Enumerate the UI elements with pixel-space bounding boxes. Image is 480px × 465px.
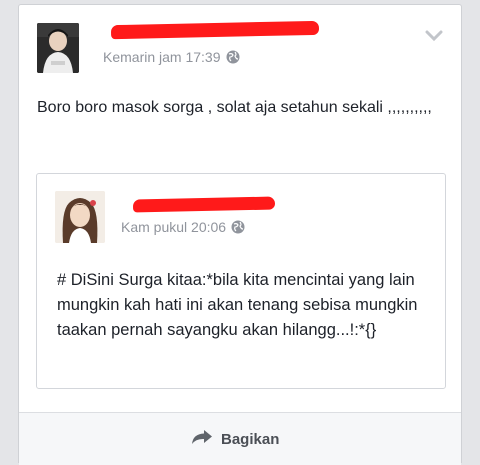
share-arrow-icon <box>191 429 213 449</box>
share-label: Bagikan <box>221 430 280 448</box>
shared-post-timestamp[interactable]: Kam pukul 20:06 <box>121 219 226 235</box>
post-card: Kemarin jam 17:39 Boro boro masok sorga … <box>18 4 462 465</box>
post-timestamp[interactable]: Kemarin jam 17:39 <box>103 49 221 65</box>
globe-icon <box>231 220 245 237</box>
post-text: Boro boro masok sorga , solat aja setahu… <box>37 99 432 116</box>
post-meta: Kemarin jam 17:39 <box>103 49 240 67</box>
share-button[interactable]: Bagikan <box>191 429 279 449</box>
chevron-down-icon[interactable] <box>425 29 443 47</box>
shared-post[interactable]: Kam pukul 20:06 # DiSini Surga kitaa:*bi… <box>36 173 446 389</box>
author-name-redacted <box>110 20 320 40</box>
globe-icon <box>226 50 240 67</box>
avatar[interactable] <box>37 23 79 73</box>
shared-post-meta: Kam pukul 20:06 <box>121 219 245 237</box>
shared-author-name-redacted <box>132 196 276 213</box>
shared-post-text: # DiSini Surga kitaa:*bila kita mencinta… <box>57 271 418 339</box>
shared-avatar[interactable] <box>55 191 105 243</box>
post-actions-bar: Bagikan <box>19 412 461 465</box>
